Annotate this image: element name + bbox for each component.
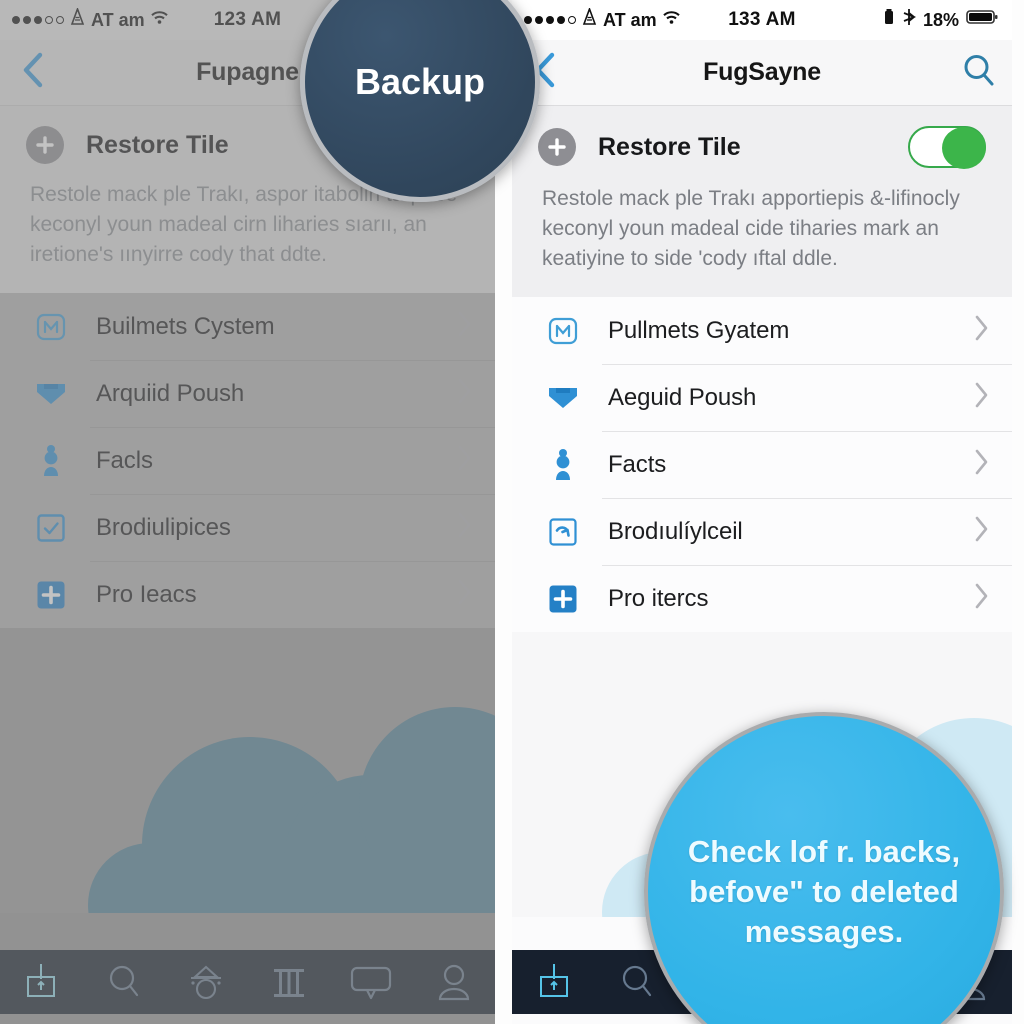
list-item[interactable]: Brodıulíylceil [512, 498, 1012, 565]
tab-profile[interactable] [413, 961, 496, 1003]
tab-backup[interactable] [512, 960, 595, 1004]
status-right-group: 18% [822, 8, 1012, 32]
carrier-label: AT am [91, 9, 145, 30]
bookmark-ribbon-icon [546, 381, 580, 415]
list-item-label: Facls [96, 446, 153, 474]
list-item-label: Pro itercs [608, 584, 709, 612]
list-item[interactable]: Pro itercs [512, 565, 1012, 632]
chevron-right-icon [457, 578, 473, 611]
chess-pawn-icon [546, 448, 580, 482]
wifi-icon [662, 9, 681, 31]
plus-circle-icon [538, 128, 576, 166]
list-item-label: Arquiid Poush [96, 379, 245, 407]
tab-chat[interactable] [330, 962, 413, 1002]
list-item[interactable]: Brodiulipices [0, 494, 495, 561]
restore-tile-toggle[interactable] [908, 126, 986, 169]
list-item[interactable]: Pro Ieacs [0, 561, 495, 628]
checkbox-icon [34, 511, 68, 545]
status-left-group: AT am [0, 6, 188, 32]
tab-search[interactable] [83, 961, 166, 1003]
screenshot-root: AT am 123 AM Fupagne Restore Tile Restol… [0, 0, 1024, 1024]
signal-dots-icon [524, 16, 576, 24]
list-item[interactable]: Facls [0, 427, 495, 494]
clock-label: 123 AM [213, 9, 282, 30]
plus-circle-icon [26, 126, 64, 164]
list-item[interactable]: Builmets Cystem [0, 293, 495, 360]
carrier-label: AT am [603, 9, 657, 30]
restore-tile-row[interactable]: Restore Tile [512, 122, 1012, 169]
bookmark-ribbon-icon [34, 377, 68, 411]
list-item-label: Pro Ieacs [96, 580, 197, 608]
callout-backup-text: Backup [354, 61, 486, 102]
wifi-icon [150, 9, 169, 31]
list-item[interactable]: Pullmets Gyatem [512, 297, 1012, 364]
settings-list-right: Pullmets Gyatem Aeguid Poush Facts Brodı… [512, 297, 1012, 633]
battery-percent-label: 18% [922, 9, 959, 30]
chevron-right-icon [457, 377, 473, 410]
cloud-illustration [0, 628, 495, 914]
search-icon [961, 52, 997, 93]
list-item[interactable]: Facts [512, 431, 1012, 498]
chevron-right-icon [974, 381, 990, 414]
callout-check-line2: befove" to deleted [689, 874, 959, 910]
list-item[interactable]: Aeguid Poush [512, 364, 1012, 431]
back-button[interactable] [0, 51, 66, 94]
restore-tile-label: Restore Tile [598, 132, 741, 161]
list-item-label: Aeguid Poush [608, 383, 757, 411]
toggle-knob [942, 127, 986, 169]
chevron-left-icon [21, 51, 45, 94]
alarm-icon [69, 6, 86, 32]
list-item-label: Facts [608, 450, 667, 478]
status-left-group: AT am [512, 6, 702, 32]
battery-full-icon [966, 9, 998, 31]
alarm-icon [581, 6, 598, 32]
chevron-right-icon [974, 314, 990, 347]
mail-box-icon [546, 314, 580, 348]
list-item-label: Pullmets Gyatem [608, 316, 790, 344]
chevron-right-icon [457, 310, 473, 343]
tab-bar-left [0, 950, 495, 1014]
chevron-right-icon [974, 448, 990, 481]
callout-check-line1: Check lof r. backs, [687, 834, 961, 870]
signal-dots-icon [12, 16, 64, 24]
tab-library[interactable] [248, 961, 331, 1003]
page-title: FugSayne [703, 58, 821, 86]
restore-tile-block-right: Restore Tile Restole mack ple Trakı appo… [512, 106, 1012, 298]
chevron-right-icon [974, 582, 990, 615]
chevron-right-icon [457, 444, 473, 477]
clock-label: 133 AM [728, 9, 796, 30]
mail-box-icon [34, 310, 68, 344]
plus-square-icon [546, 582, 580, 616]
settings-list-left: Builmets Cystem Arquiid Poush Facls Brod… [0, 293, 495, 629]
tab-transfer[interactable] [165, 961, 248, 1003]
list-item-label: Brodıulíylceil [608, 517, 743, 545]
chess-pawn-icon [34, 444, 68, 478]
chevron-right-icon [457, 511, 473, 544]
list-item-label: Brodiulipices [96, 513, 231, 541]
restore-arrow-icon [546, 515, 580, 549]
bluetooth-icon [902, 8, 916, 32]
status-bar-right: AT am 133 AM 18% [512, 0, 1012, 40]
chevron-right-icon [974, 515, 990, 548]
restore-tile-description: Restole mack ple Trakı apportiepis &-lif… [542, 187, 960, 270]
tab-backup[interactable] [0, 960, 83, 1004]
callout-check-line3: messages. [744, 913, 904, 949]
list-item[interactable]: Arquiid Poush [0, 360, 495, 427]
list-item-label: Builmets Cystem [96, 312, 275, 340]
alarm-small-icon [883, 8, 895, 32]
plus-square-icon [34, 578, 68, 612]
search-button[interactable] [946, 52, 1012, 93]
nav-bar-right: FugSayne [512, 40, 1012, 106]
